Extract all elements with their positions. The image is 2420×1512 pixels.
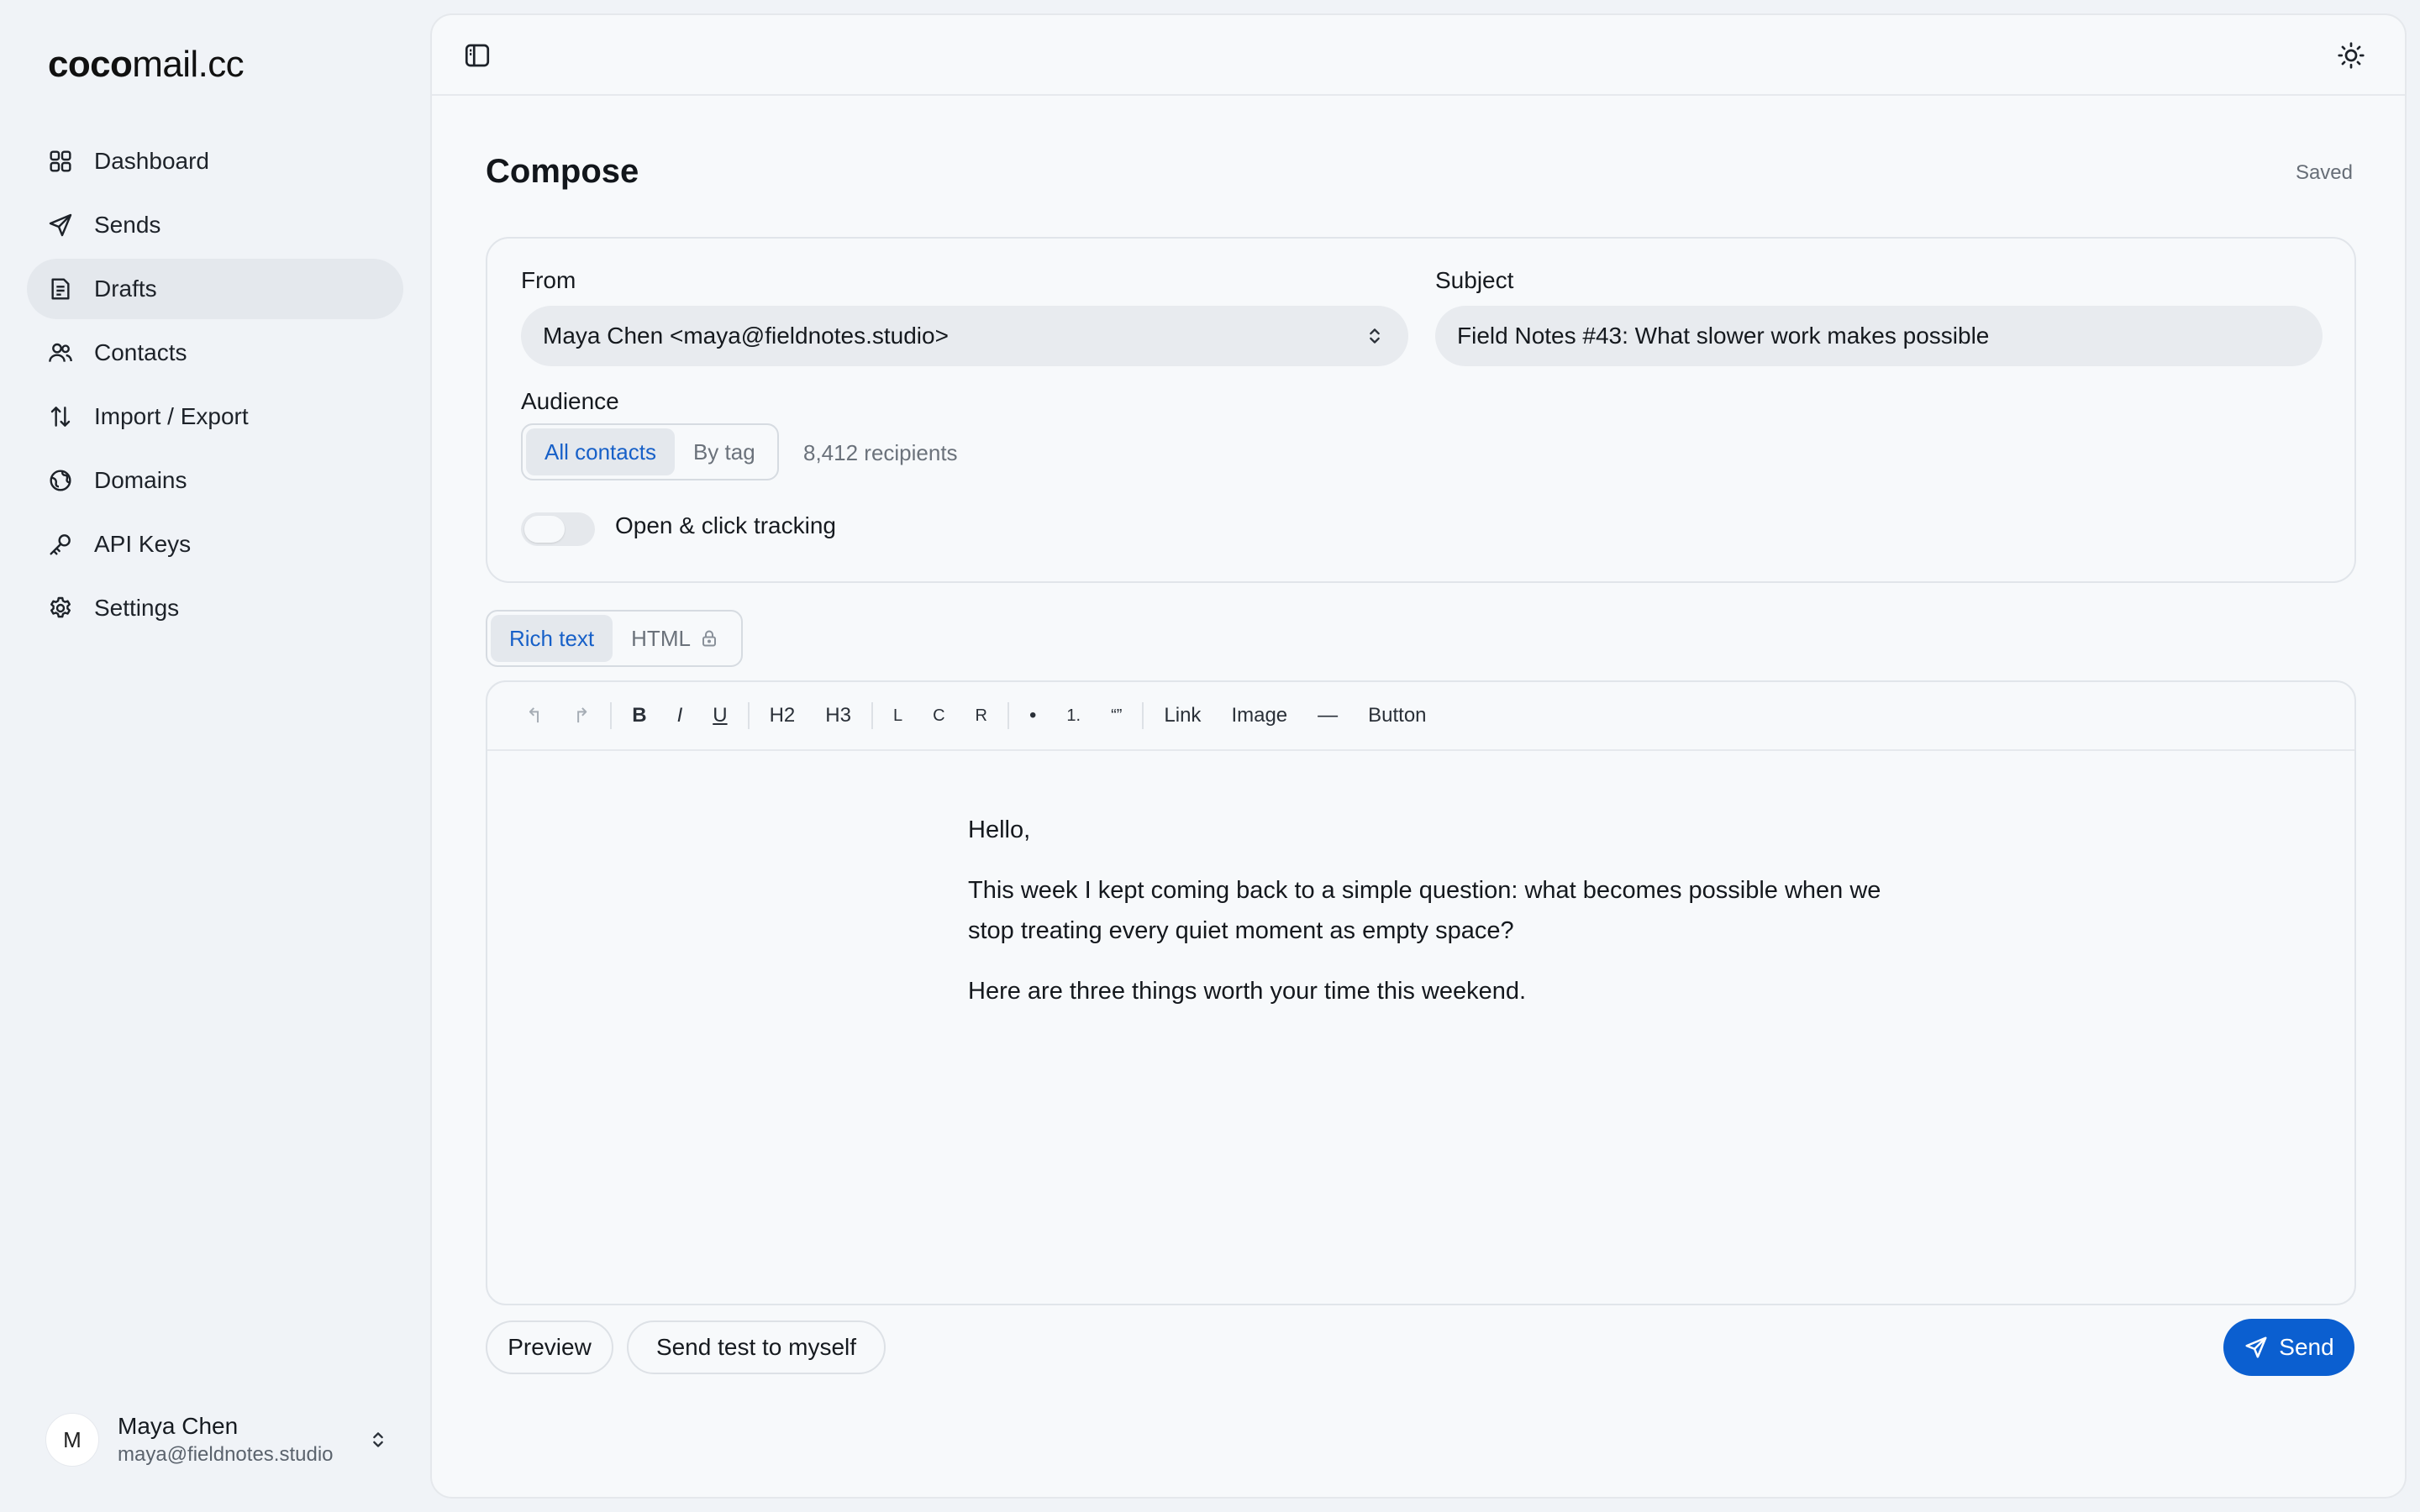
lock-icon [702, 630, 716, 647]
sidebar-item-label: API Keys [94, 531, 192, 557]
sidebar-item-label: Settings [94, 595, 180, 621]
sidebar-nav: Dashboard Sends Drafts Contacts Import /… [27, 131, 403, 642]
align-right-button[interactable]: R [960, 706, 1002, 726]
account-switcher[interactable]: M Maya Chen maya@fieldnotes.studio [45, 1408, 390, 1472]
sidebar-item-domains[interactable]: Domains [27, 450, 403, 511]
dashboard-icon [50, 150, 71, 172]
bold-button[interactable]: B [617, 704, 661, 727]
sidebar-toggle-icon[interactable] [462, 40, 492, 71]
body-paragraph: This week I kept coming back to a simple… [968, 877, 1881, 944]
bullet-list-button[interactable]: • [1014, 704, 1051, 727]
page-title: Compose [486, 153, 639, 190]
rich-text-tab[interactable]: Rich text [491, 615, 613, 662]
align-left-button[interactable]: L [878, 706, 918, 726]
theme-toggle-sun-icon[interactable] [2336, 40, 2366, 71]
audience-by-tag-button[interactable]: By tag [675, 428, 774, 475]
body-greeting: Hello, [968, 816, 1031, 843]
align-center-button[interactable]: C [918, 706, 960, 726]
editor-content[interactable]: Hello, This week I kept coming back to a… [968, 810, 1892, 1032]
link-button[interactable]: Link [1149, 704, 1216, 727]
brand-logo[interactable]: cocomail.cc [48, 44, 245, 86]
recipient-count: 8,412 recipients [803, 440, 958, 465]
sidebar-item-label: Domains [94, 467, 187, 493]
compose-settings-card: From Maya Chen <maya@fieldnotes.studio> … [486, 237, 2356, 583]
italic-button[interactable]: I [662, 704, 698, 727]
send-button[interactable]: Send [2223, 1319, 2354, 1376]
from-select-value: Maya Chen <maya@fieldnotes.studio> [543, 323, 949, 349]
top-bar [432, 15, 2405, 96]
tracking-toggle[interactable] [521, 512, 595, 546]
insert-button-button[interactable]: Button [1353, 704, 1441, 727]
divider-button[interactable]: — [1302, 704, 1353, 727]
toolbar-divider [871, 702, 873, 729]
from-select[interactable]: Maya Chen <maya@fieldnotes.studio> [521, 306, 1408, 366]
from-label: From [521, 267, 576, 293]
subject-input[interactable]: Field Notes #43: What slower work makes … [1435, 306, 2323, 366]
image-button[interactable]: Image [1216, 704, 1302, 727]
toolbar-divider [747, 702, 750, 729]
toolbar-divider [1007, 702, 1009, 729]
draft-icon [51, 278, 70, 300]
send-button-label: Send [2279, 1334, 2334, 1360]
toolbar-divider [610, 702, 613, 729]
main-panel: Compose Saved From Maya Chen <maya@field… [430, 13, 2407, 1499]
sidebar-item-label: Import / Export [94, 403, 249, 429]
sidebar-item-label: Dashboard [94, 148, 209, 174]
redo-button[interactable]: ↱ [558, 704, 605, 728]
html-tab-label: HTML [631, 625, 691, 651]
preview-button[interactable]: Preview [486, 1320, 613, 1374]
gear-icon [50, 596, 71, 618]
chevron-up-down-icon [1370, 328, 1380, 344]
subject-label: Subject [1435, 267, 1514, 293]
globe-icon [50, 470, 71, 491]
import-export-icon [50, 407, 71, 427]
key-icon [50, 534, 71, 555]
chevron-up-down-icon [373, 1432, 383, 1447]
sidebar-item-label: Drafts [94, 276, 157, 302]
sidebar-item-dashboard[interactable]: Dashboard [27, 131, 403, 192]
sidebar-item-drafts[interactable]: Drafts [27, 259, 403, 319]
sidebar-item-label: Contacts [94, 339, 187, 365]
audience-all-contacts-button[interactable]: All contacts [526, 428, 675, 475]
tracking-label: Open & click tracking [615, 512, 836, 538]
audience-label: Audience [521, 388, 619, 414]
save-status: Saved [2295, 161, 2353, 184]
editor-mode-switch: Rich text HTML [486, 610, 743, 667]
sidebar: cocomail.cc Dashboard Sends Drafts Conta… [0, 0, 430, 1512]
undo-button[interactable]: ↰ [511, 704, 558, 728]
send-icon [49, 213, 72, 237]
sidebar-item-contacts[interactable]: Contacts [27, 323, 403, 383]
tracking-toggle-knob [524, 516, 565, 543]
sidebar-item-settings[interactable]: Settings [27, 578, 403, 638]
html-tab[interactable]: HTML [613, 615, 738, 662]
sidebar-item-import-export[interactable]: Import / Export [27, 386, 403, 447]
avatar: M [45, 1413, 99, 1467]
editor-toolbar: ↰ ↱ B I U H2 H3 L C R • 1. “” Link Image… [487, 682, 2354, 751]
rich-text-editor: ↰ ↱ B I U H2 H3 L C R • 1. “” Link Image… [486, 680, 2356, 1305]
heading-3-button[interactable]: H3 [810, 704, 866, 727]
sidebar-item-api-keys[interactable]: API Keys [27, 514, 403, 575]
numbered-list-button[interactable]: 1. [1051, 706, 1096, 726]
quote-button[interactable]: “” [1096, 706, 1137, 726]
user-name: Maya Chen [118, 1413, 239, 1439]
sidebar-item-label: Sends [94, 212, 161, 238]
user-email: maya@fieldnotes.studio [118, 1443, 334, 1466]
sidebar-item-sends[interactable]: Sends [27, 195, 403, 255]
heading-2-button[interactable]: H2 [755, 704, 811, 727]
send-test-button[interactable]: Send test to myself [627, 1320, 886, 1374]
audience-segmented-control: All contacts By tag [521, 423, 779, 480]
body-paragraph: Here are three things worth your time th… [968, 978, 1527, 1005]
contacts-icon [49, 343, 72, 362]
underline-button[interactable]: U [697, 704, 742, 727]
send-icon [2245, 1336, 2267, 1358]
toolbar-divider [1142, 702, 1144, 729]
account-info: Maya Chen maya@fieldnotes.studio [118, 1413, 366, 1467]
subject-input-value: Field Notes #43: What slower work makes … [1457, 323, 1990, 349]
